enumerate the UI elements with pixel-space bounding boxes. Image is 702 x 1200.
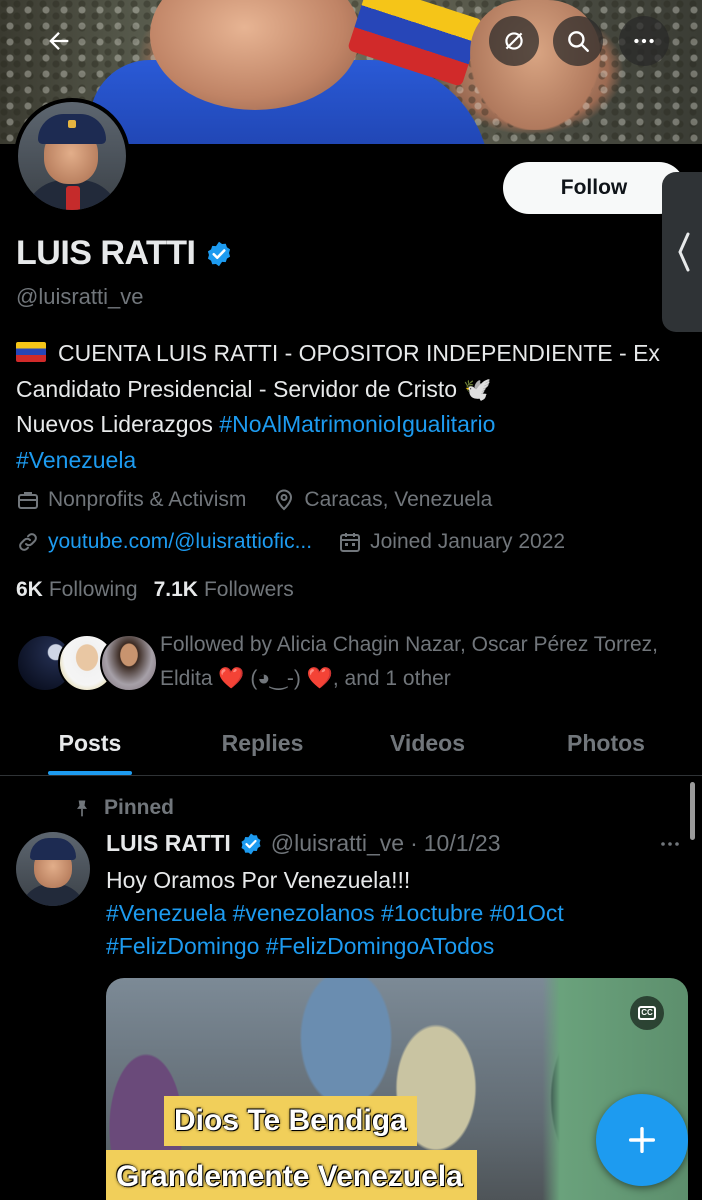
profile-handle: @luisratti_ve [16,284,144,309]
pinned-label: Pinned [72,796,174,820]
verified-badge-icon[interactable] [205,240,233,268]
followed-by-text[interactable]: Followed by Alicia Chagin Nazar, Oscar P… [160,628,680,696]
avatar-mic [66,186,80,210]
briefcase-icon [18,492,38,509]
compose-post-button[interactable] [596,1094,688,1186]
post-hashtag[interactable]: #Venezuela [106,900,226,926]
more-options-button[interactable] [619,16,669,66]
post-author-handle[interactable]: @luisratti_ve [271,830,404,857]
chevron-left-icon [678,232,690,272]
venezuela-flag-icon [16,342,46,362]
follow-counts: 6K Following 7.1K Followers [16,578,310,602]
profile-meta-row-1: Nonprofits & Activism Caracas, Venezuela [16,488,518,512]
profile-meta-row-2: youtube.com/@luisrattiofic... Joined Jan… [16,530,591,554]
post-hashtag[interactable]: #1octubre [381,900,483,926]
location-pin-icon [276,489,293,511]
following-link[interactable]: 6K Following [16,578,138,602]
post-avatar-cap [30,838,76,860]
calendar-icon [340,533,361,552]
post-more-button[interactable] [656,832,684,861]
search-icon [568,31,589,52]
post-date[interactable]: 10/1/23 [424,830,501,857]
post-separator: · [410,830,418,856]
post-header: LUIS RATTI @luisratti_ve · 10/1/23 [106,830,501,857]
profile-name-text: LUIS RATTI [16,234,196,272]
post-hashtag[interactable]: #FelizDomingo [106,933,259,959]
follower-avatar [100,634,158,692]
bio-line2-prefix: Nuevos Liderazgos [16,411,220,437]
followers-count: 7.1K [153,578,198,601]
video-caption: Grandemente Venezuela [106,1150,477,1200]
profile-name: LUIS RATTI [16,234,233,273]
following-label: Following [48,578,138,601]
location-text: Caracas, Venezuela [304,488,493,511]
post-text-line: Hoy Oramos Por Venezuela!!! [106,867,411,893]
followed-by-avatars[interactable] [16,634,158,692]
pinned-text: Pinned [104,796,175,819]
link-icon [19,533,37,551]
grok-button[interactable] [489,16,539,66]
avatar-cap [38,114,106,144]
tab-replies[interactable]: Replies [180,712,345,775]
search-button[interactable] [553,16,603,66]
plus-icon [628,1126,656,1154]
post-hashtag[interactable]: #01Oct [490,900,564,926]
bio-line1: CUENTA LUIS RATTI - OPOSITOR INDEPENDIEN… [16,340,660,402]
profile-bio: CUENTA LUIS RATTI - OPOSITOR INDEPENDIEN… [16,336,686,478]
post-author-name[interactable]: LUIS RATTI [106,830,231,857]
followers-link[interactable]: 7.1K Followers [154,578,294,602]
following-count: 6K [16,578,43,601]
more-dots-icon [661,842,679,846]
back-arrow-icon [49,32,69,50]
pin-icon [77,800,87,817]
post-avatar[interactable] [16,832,90,906]
bio-hashtag-link[interactable]: #Venezuela [16,447,136,473]
profile-location: Caracas, Venezuela [272,488,492,512]
profile-category: Nonprofits & Activism [16,488,246,512]
bio-hashtag-link[interactable]: #NoAlMatrimonioIgualitario [219,411,495,437]
verified-badge-icon [241,833,261,854]
category-text: Nonprofits & Activism [48,488,247,511]
grok-slash-icon [505,32,523,50]
closed-captions-button[interactable]: CC [630,996,664,1030]
joined-text: Joined January 2022 [370,530,566,553]
tab-videos[interactable]: Videos [345,712,510,775]
profile-website[interactable]: youtube.com/@luisrattiofic... [16,530,312,554]
follow-button[interactable]: Follow [503,162,685,214]
profile-tabs: Posts Replies Videos Photos [0,712,702,776]
back-button[interactable] [34,16,84,66]
avatar-image [18,102,126,210]
video-caption: Dios Te Bendiga [164,1096,417,1146]
tab-posts[interactable]: Posts [0,712,180,775]
post-video[interactable]: CC Dios Te Bendiga Grandemente Venezuela [106,978,688,1200]
profile-avatar[interactable] [14,98,130,214]
website-link[interactable]: youtube.com/@luisrattiofic... [48,530,312,554]
more-dots-icon [634,38,654,44]
post-hashtag[interactable]: #FelizDomingoATodos [266,933,494,959]
profile-joined: Joined January 2022 [338,530,565,554]
post-hashtag[interactable]: #venezolanos [233,900,375,926]
cc-icon: CC [638,1006,656,1020]
followers-label: Followers [203,578,294,601]
tab-photos[interactable]: Photos [510,712,702,775]
scrollbar[interactable] [690,782,695,840]
post-body: Hoy Oramos Por Venezuela!!! #Venezuela #… [106,864,686,963]
side-drawer-handle[interactable] [662,172,702,332]
